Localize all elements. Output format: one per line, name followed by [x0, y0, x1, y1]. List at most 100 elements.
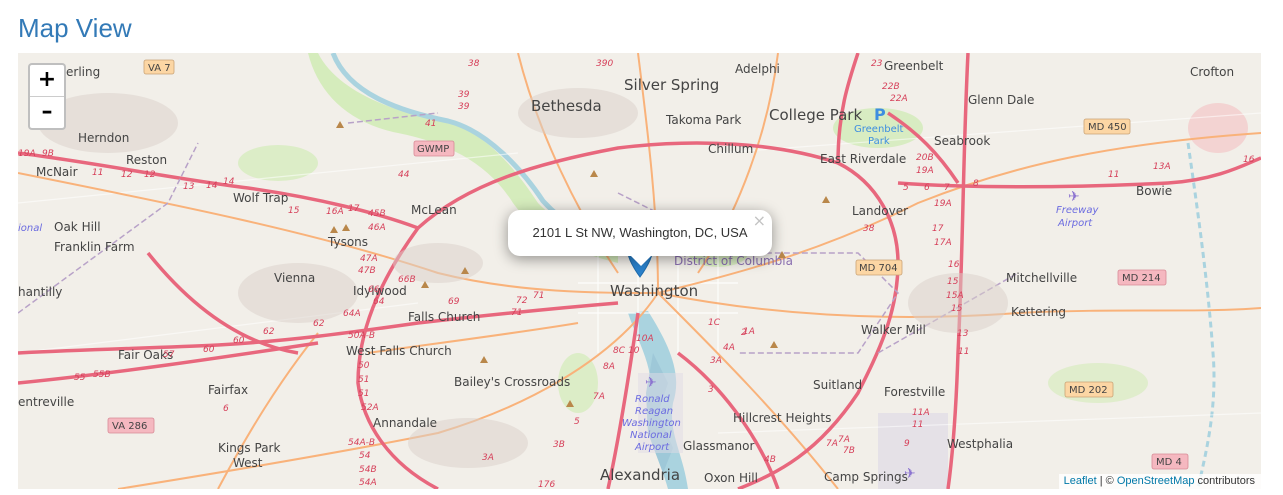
svg-text:390: 390 [596, 59, 613, 69]
label-westphalia: Westphalia [947, 437, 1013, 451]
label-glassmanor: Glassmanor [683, 439, 754, 453]
svg-text:51: 51 [358, 375, 369, 385]
svg-text:39: 39 [458, 102, 470, 112]
label-reston: Reston [126, 153, 167, 167]
label-reagan-4: National [630, 430, 672, 441]
svg-text:22A: 22A [890, 94, 908, 104]
svg-text:23: 23 [871, 59, 883, 69]
svg-text:3A: 3A [710, 356, 722, 366]
svg-text:38: 38 [468, 59, 480, 69]
svg-text:71: 71 [511, 308, 522, 318]
label-freeway-airport-2: Airport [1057, 218, 1093, 229]
label-greenbelt-park-2: Park [868, 136, 890, 147]
label-forestville: Forestville [884, 385, 945, 399]
label-falls-church: Falls Church [408, 310, 480, 324]
svg-text:14: 14 [206, 181, 218, 191]
svg-text:62: 62 [313, 319, 325, 329]
zoom-in-button[interactable]: + [30, 65, 64, 97]
svg-text:3: 3 [708, 385, 714, 395]
svg-text:38: 38 [863, 224, 875, 234]
svg-text:11: 11 [1108, 170, 1119, 180]
label-reagan-1: Ronald [635, 394, 670, 405]
openstreetmap-link[interactable]: OpenStreetMap [1117, 475, 1195, 487]
label-franklin-farm: Franklin Farm [54, 240, 135, 254]
svg-text:6: 6 [924, 183, 930, 193]
svg-text:39: 39 [458, 90, 470, 100]
shield-md202: MD 202 [1069, 385, 1108, 396]
svg-text:5: 5 [574, 417, 580, 427]
popup-close-icon[interactable]: × [753, 211, 766, 230]
zoom-out-button[interactable]: – [30, 97, 64, 128]
svg-text:1C: 1C [708, 318, 721, 328]
svg-text:10: 10 [628, 346, 640, 356]
shield-va7: VA 7 [148, 63, 171, 74]
svg-text:47A: 47A [360, 254, 378, 264]
svg-text:71: 71 [533, 291, 544, 301]
label-oak-hill: Oak Hill [54, 220, 101, 234]
label-kings-park: Kings Park [218, 441, 280, 455]
label-centreville: entreville [18, 395, 74, 409]
popup-tip [630, 255, 652, 266]
svg-text:15A: 15A [946, 291, 964, 301]
svg-text:19A: 19A [916, 166, 934, 176]
svg-text:66B: 66B [398, 275, 416, 285]
label-mclean: McLean [411, 203, 457, 217]
label-hillcrest-heights: Hillcrest Heights [733, 411, 831, 425]
svg-text:47B: 47B [358, 266, 376, 276]
svg-text:62: 62 [263, 327, 275, 337]
airplane-icon: ✈ [1068, 189, 1080, 205]
svg-text:9B: 9B [42, 149, 54, 159]
zoom-control: + – [28, 63, 66, 130]
label-oxon-hill: Oxon Hill [704, 471, 758, 485]
svg-text:19A: 19A [18, 149, 36, 159]
svg-text:12: 12 [121, 170, 133, 180]
svg-text:13A: 13A [1153, 162, 1171, 172]
map-container[interactable]: Silver Spring Bethesda College Park Wash… [18, 53, 1261, 489]
label-kings-park-west: West [233, 456, 263, 470]
shield-md214: MD 214 [1122, 273, 1161, 284]
svg-text:17A: 17A [934, 238, 952, 248]
label-washington: Washington [610, 282, 698, 300]
label-district: District of Columbia [674, 254, 793, 268]
attribution-suffix: contributors [1194, 475, 1255, 487]
shield-va286: VA 286 [112, 421, 147, 432]
label-silver-spring: Silver Spring [624, 76, 719, 94]
map-tiles[interactable]: Silver Spring Bethesda College Park Wash… [18, 53, 1261, 489]
svg-text:55B: 55B [93, 370, 111, 380]
popup-address: 2101 L St NW, Washington, DC, USA [532, 225, 748, 240]
svg-text:15: 15 [288, 206, 300, 216]
label-west-falls-church: West Falls Church [346, 344, 452, 358]
label-suitland: Suitland [813, 378, 862, 392]
label-alexandria: Alexandria [600, 466, 680, 484]
svg-text:11A: 11A [912, 408, 930, 418]
leaflet-link[interactable]: Leaflet [1064, 475, 1097, 487]
svg-text:4B: 4B [764, 455, 776, 465]
svg-text:4A: 4A [723, 343, 735, 353]
label-camp-springs: Camp Springs [824, 470, 908, 484]
shield-md450: MD 450 [1088, 122, 1127, 133]
svg-text:50A-B: 50A-B [348, 331, 375, 341]
airplane-icon-andrews: ✈ [904, 466, 916, 482]
svg-text:60: 60 [203, 345, 215, 355]
svg-text:45B: 45B [368, 209, 386, 219]
label-herndon: Herndon [78, 131, 129, 145]
parking-icon: P [874, 105, 886, 124]
svg-text:52A: 52A [361, 403, 379, 413]
svg-text:41: 41 [425, 119, 436, 129]
svg-text:5: 5 [903, 183, 909, 193]
label-reagan-2: Reagan [635, 406, 673, 417]
label-takoma-park: Takoma Park [665, 113, 741, 127]
label-vienna: Vienna [274, 271, 315, 285]
svg-text:17: 17 [348, 204, 360, 214]
svg-text:51: 51 [358, 389, 369, 399]
shield-md4: MD 4 [1156, 457, 1182, 468]
label-crofton: Crofton [1190, 65, 1234, 79]
svg-text:57: 57 [163, 350, 175, 360]
label-tysons: Tysons [327, 235, 368, 249]
svg-text:54A-B: 54A-B [348, 438, 375, 448]
label-baileys-crossroads: Bailey's Crossroads [454, 375, 570, 389]
label-fairfax: Fairfax [208, 383, 248, 397]
svg-text:16: 16 [1243, 155, 1255, 165]
label-wolf-trap: Wolf Trap [233, 191, 288, 205]
label-bowie: Bowie [1136, 184, 1172, 198]
